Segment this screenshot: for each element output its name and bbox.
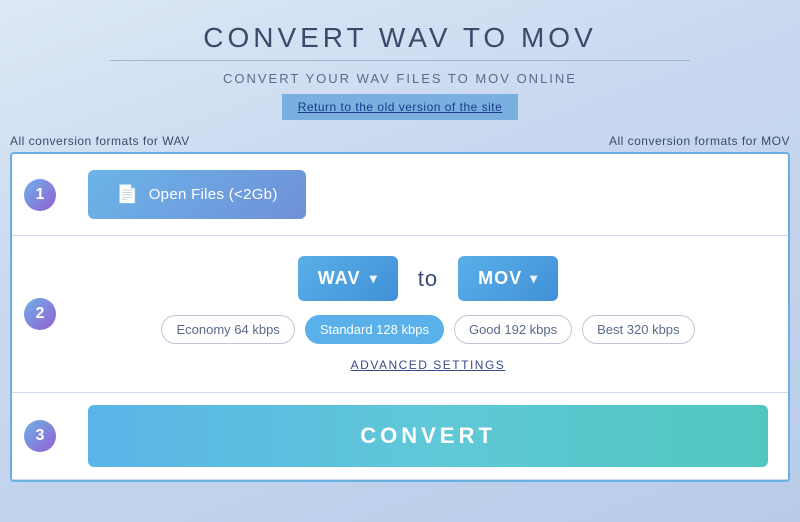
format-row: WAV ▾ to MOV ▾ [298,256,558,301]
right-format-tab[interactable]: All conversion formats for MOV [609,130,790,152]
left-format-tab[interactable]: All conversion formats for WAV [10,130,190,152]
from-format-label: WAV [318,268,361,289]
to-format-button[interactable]: MOV ▾ [458,256,558,301]
title-divider [110,60,690,61]
page-subtitle: CONVERT YOUR WAV FILES TO MOV ONLINE [223,71,577,86]
from-format-button[interactable]: WAV ▾ [298,256,398,301]
convert-button[interactable]: CONVERT [88,405,768,467]
advanced-settings-link[interactable]: ADVANCED SETTINGS [351,358,506,372]
step2-circle: 2 [24,298,56,330]
format-tabs-bar: All conversion formats for WAV All conve… [10,130,790,152]
to-format-arrow: ▾ [530,270,538,287]
quality-best[interactable]: Best 320 kbps [582,315,694,344]
step2-number-wrap: 2 [12,236,68,392]
page-title: CONVERT WAV TO MOV [203,22,597,54]
quality-row: Economy 64 kbps Standard 128 kbps Good 1… [161,315,694,344]
step3-circle: 3 [24,420,56,452]
to-format-label: MOV [478,268,522,289]
step3-number-wrap: 3 [12,393,68,479]
step1-row: 1 📄 Open Files (<2Gb) [12,154,788,236]
quality-good[interactable]: Good 192 kbps [454,315,572,344]
step1-number-wrap: 1 [12,154,68,235]
step1-circle: 1 [24,179,56,211]
quality-standard[interactable]: Standard 128 kbps [305,315,444,344]
open-files-button[interactable]: 📄 Open Files (<2Gb) [88,170,306,219]
step2-row: 2 WAV ▾ to MOV ▾ Economy 64 kbps Standar… [12,236,788,393]
return-link[interactable]: Return to the old version of the site [298,100,503,114]
return-link-banner: Return to the old version of the site [282,94,519,120]
main-container: 1 📄 Open Files (<2Gb) 2 WAV ▾ to MOV ▾ [10,152,790,482]
step1-content: 📄 Open Files (<2Gb) [68,154,788,235]
quality-economy[interactable]: Economy 64 kbps [161,315,294,344]
step3-content: CONVERT [68,393,788,479]
step2-content: WAV ▾ to MOV ▾ Economy 64 kbps Standard … [68,236,788,392]
from-format-arrow: ▾ [370,270,378,287]
step3-row: 3 CONVERT [12,393,788,480]
open-files-label: Open Files (<2Gb) [149,186,278,203]
file-icon: 📄 [116,184,139,205]
to-text: to [418,266,438,292]
